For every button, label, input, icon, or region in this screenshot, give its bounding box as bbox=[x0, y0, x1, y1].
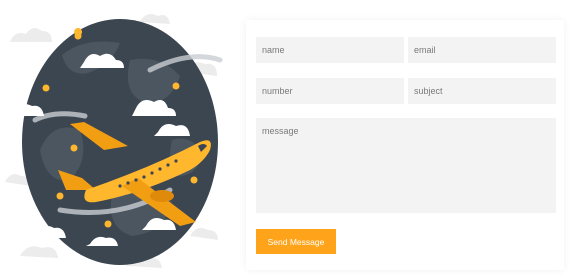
subject-field[interactable] bbox=[408, 78, 556, 104]
contact-form: Send Message bbox=[246, 20, 564, 270]
contact-section: Send Message bbox=[0, 0, 571, 278]
send-message-button[interactable]: Send Message bbox=[256, 229, 336, 254]
email-field[interactable] bbox=[408, 37, 556, 63]
number-field[interactable] bbox=[256, 78, 404, 104]
travel-illustration bbox=[5, 14, 223, 268]
message-field[interactable] bbox=[256, 118, 556, 213]
name-field[interactable] bbox=[256, 37, 404, 63]
